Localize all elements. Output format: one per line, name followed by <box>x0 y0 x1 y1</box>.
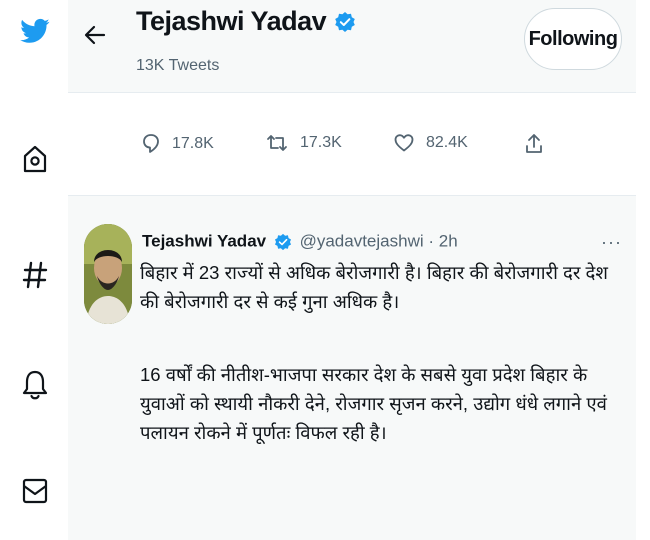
main-column: Tejashwi Yadav 13K Tweets Following 17.8… <box>68 0 636 540</box>
avatar[interactable] <box>84 224 132 324</box>
tweet-text: बिहार में 23 राज्यों से अधिक बेरोजगारी ह… <box>140 258 628 491</box>
verified-badge-icon <box>274 233 292 251</box>
profile-name: Tejashwi Yadav <box>136 6 327 36</box>
tweet-count: 13K Tweets <box>136 57 220 74</box>
share-action[interactable] <box>524 133 556 155</box>
retweet-icon <box>267 135 287 151</box>
envelope-messages-icon[interactable] <box>18 474 52 508</box>
tweet-separator: · <box>428 231 435 251</box>
bell-notifications-icon[interactable] <box>18 368 52 402</box>
reply-action[interactable]: 17.8K <box>142 133 214 155</box>
tweet-paragraph: 16 वर्षों की नीतीश-भाजपा सरकार देश के सब… <box>140 364 607 443</box>
profile-header: Tejashwi Yadav 13K Tweets Following <box>68 0 636 93</box>
like-action[interactable]: 82.4K <box>394 133 468 153</box>
share-upload-icon <box>526 134 542 153</box>
retweet-action[interactable]: 17.3K <box>266 133 342 153</box>
like-count: 82.4K <box>426 134 468 151</box>
heart-like-icon <box>394 134 414 152</box>
back-arrow-icon[interactable] <box>82 22 108 48</box>
home-icon[interactable] <box>18 142 52 176</box>
tweet-paragraph: बिहार में 23 राज्यों से अधिक बेरोजगारी ह… <box>140 262 608 312</box>
retweet-count: 17.3K <box>300 134 342 151</box>
twitter-bird-icon[interactable] <box>18 14 52 48</box>
tweet-card[interactable]: Tejashwi Yadav @yadavtejashwi · 2h ··· ब… <box>68 196 636 540</box>
tweet-timestamp[interactable]: 2h <box>439 232 458 251</box>
verified-badge-icon <box>334 11 356 33</box>
tweet-author-name[interactable]: Tejashwi Yadav <box>142 232 266 251</box>
tweet-header: Tejashwi Yadav @yadavtejashwi · 2h <box>142 231 458 252</box>
tweet-author-handle[interactable]: @yadavtejashwi <box>300 232 424 251</box>
engagement-bar: 17.8K 17.3K 82.4K <box>68 93 636 196</box>
reply-count: 17.8K <box>172 135 214 152</box>
profile-title: Tejashwi Yadav <box>136 6 356 37</box>
more-options-icon[interactable]: ··· <box>601 232 622 253</box>
following-button[interactable]: Following <box>524 8 622 70</box>
hashtag-explore-icon[interactable] <box>18 258 52 292</box>
left-nav <box>0 0 68 540</box>
reply-bubble-icon <box>143 134 159 153</box>
